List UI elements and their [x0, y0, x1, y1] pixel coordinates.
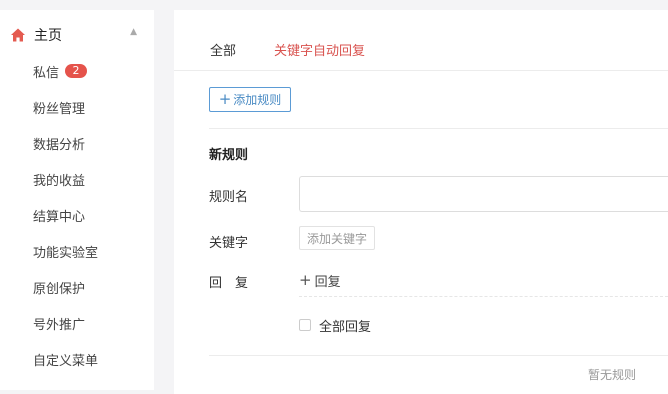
main-panel: 全部 关键字自动回复 + 添加规则 新规则 规则名 关键字 添加关键字 回 复 … — [174, 10, 668, 394]
sidebar-item-earnings[interactable]: 我的收益 — [33, 168, 85, 190]
sidebar-item-lab[interactable]: 功能实验室 — [33, 240, 98, 262]
sidebar-item-analytics[interactable]: 数据分析 — [33, 132, 85, 154]
unread-badge: 2 — [65, 64, 88, 78]
sidebar-item-label: 功能实验室 — [33, 245, 99, 261]
sidebar-item-label: 数据分析 — [33, 137, 86, 153]
tab-bar: 全部 关键字自动回复 — [174, 10, 668, 71]
reply-all-label[interactable]: 全部回复 — [319, 316, 371, 335]
rule-name-input[interactable] — [299, 176, 668, 212]
keyword-label: 关键字 — [209, 236, 249, 251]
sidebar-item-label: 结算中心 — [33, 209, 86, 225]
add-reply-label: 回复 — [314, 275, 341, 290]
empty-state-text: 暂无规则 — [588, 368, 637, 382]
tab-all[interactable]: 全部 — [210, 40, 236, 59]
sidebar-item-label: 私信 — [33, 65, 60, 81]
sidebar-item-fans[interactable]: 粉丝管理 — [33, 96, 85, 118]
rule-name-label: 规则名 — [209, 190, 249, 205]
chevron-up-icon[interactable]: ▲ — [130, 27, 137, 37]
sidebar-item-promotion[interactable]: 号外推广 — [33, 312, 85, 334]
divider — [209, 355, 668, 356]
add-rule-button[interactable]: + 添加规则 — [209, 87, 291, 112]
sidebar: 主页 ▲ 私信 2 粉丝管理 数据分析 我的收益 结算中心 功能实验室 原创保护… — [0, 10, 154, 390]
sidebar-item-label: 自定义菜单 — [33, 353, 99, 369]
sidebar-item-label: 原创保护 — [33, 281, 86, 297]
sidebar-item-label: 我的收益 — [33, 173, 86, 189]
section-title: 新规则 — [209, 148, 249, 163]
reply-label: 回 复 — [209, 276, 249, 291]
sidebar-item-settlement[interactable]: 结算中心 — [33, 204, 85, 226]
reply-all-checkbox[interactable] — [299, 319, 311, 331]
plus-icon: + — [299, 271, 312, 289]
add-keyword-button[interactable]: 添加关键字 — [299, 226, 375, 250]
sidebar-item-custom-menu[interactable]: 自定义菜单 — [33, 348, 98, 370]
sidebar-item-label: 粉丝管理 — [33, 101, 86, 117]
sidebar-item-home[interactable]: 主页 ▲ — [10, 24, 145, 46]
add-rule-label: 添加规则 — [233, 93, 282, 107]
sidebar-item-label: 号外推广 — [33, 317, 86, 333]
sidebar-item-messages[interactable]: 私信 2 — [33, 60, 88, 82]
tab-keyword-auto-reply[interactable]: 关键字自动回复 — [274, 40, 365, 59]
home-icon — [10, 27, 26, 43]
add-reply-link[interactable]: + 回复 — [299, 271, 341, 291]
divider — [209, 128, 668, 129]
sidebar-item-original-protection[interactable]: 原创保护 — [33, 276, 85, 298]
sidebar-item-label: 主页 — [34, 28, 62, 44]
dashed-divider — [299, 296, 668, 297]
plus-icon: + — [218, 90, 232, 108]
